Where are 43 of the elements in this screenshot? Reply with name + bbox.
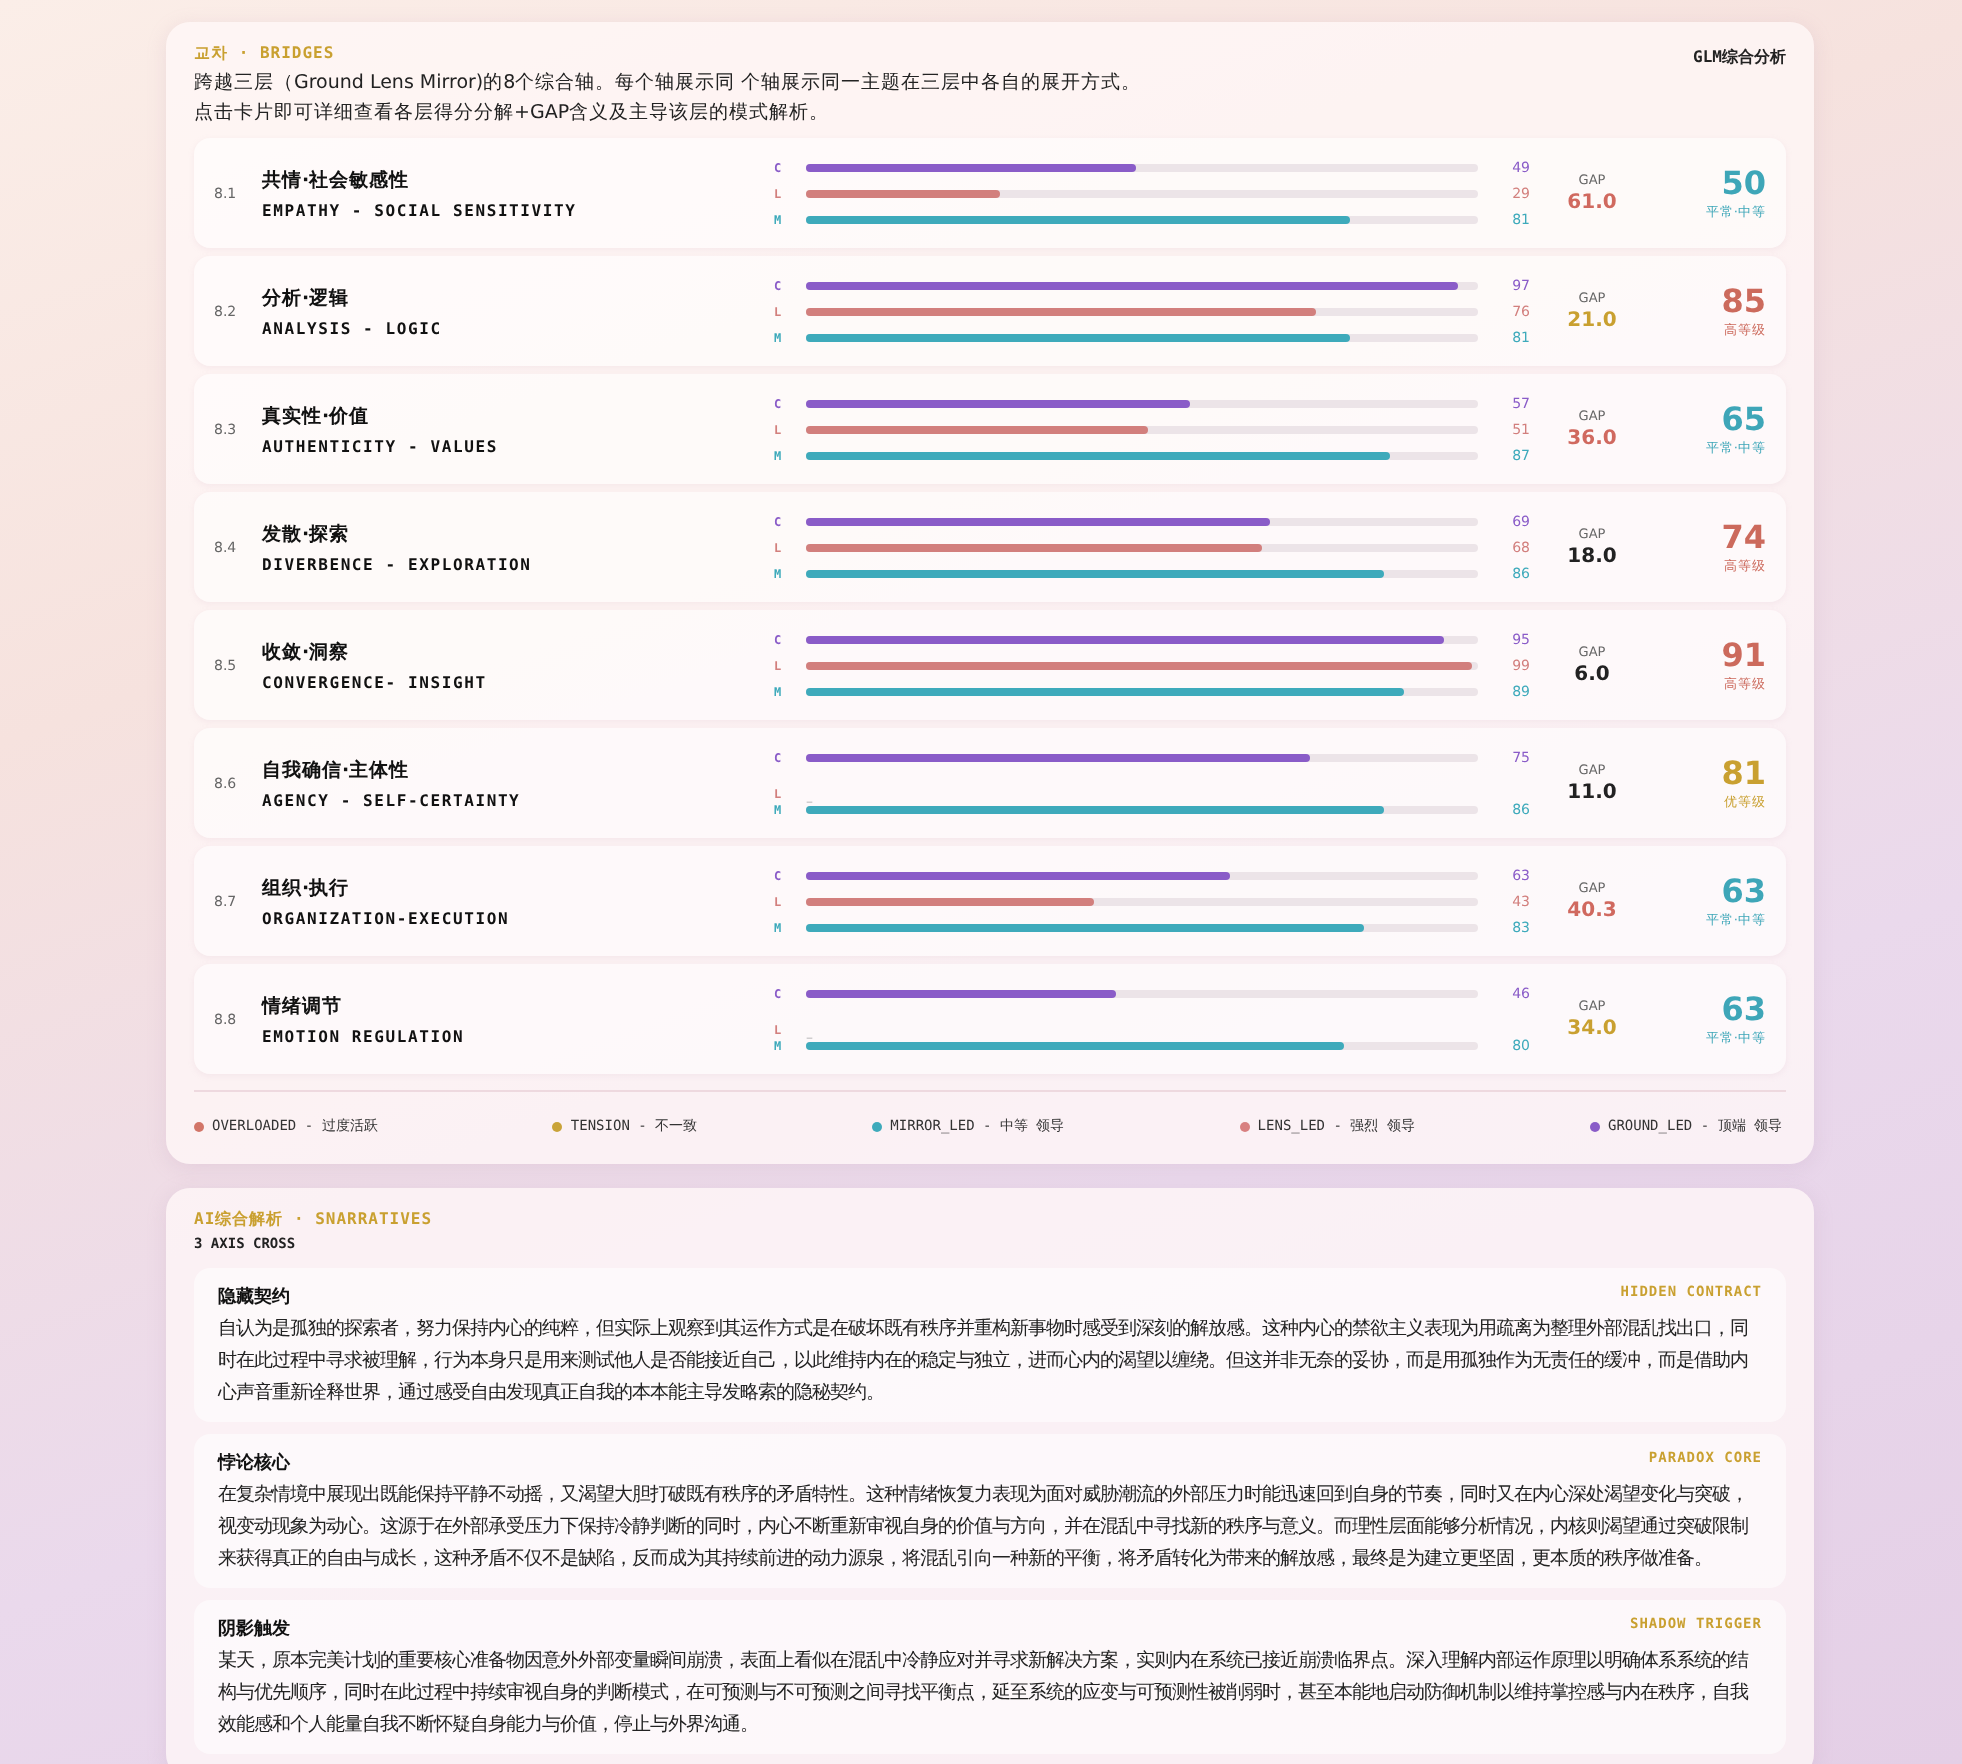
narrative-text: 在复杂情境中展现出既能保持平静不动摇，又渴望大胆打破既有秩序的矛盾特性。这种情绪恢复力表现为面对威胁潮流的外部压力时能迅速回到自身的节奏，同时又在内心深处渴望变化与突破，视变动现象为动心。这源于在外部承受压力下保持冷静判断的同时，内心不断重新审视自身的价值与方向，并在混乱中寻找新的秩序与意义。而理性层面能够分析情况，内核则渴望通过突破限制来获得真正的自由与成长，这种矛盾不仅不是缺陷，反而成为其持续前进的动力源泉，将混乱引向一种新的平衡，将矛盾转化为带来的解放感，最终是为建立更坚固，更本质的秩序做准备。 <box>218 1482 1750 1574</box>
axis-title: 收敛·洞察 <box>262 639 352 665</box>
narrative-text: 自认为是孤独的探索者，努力保持内心的纯粹，但实际上观察到其运作方式是在破坏既有秩序并重构新事物时感受到深刻的解放感。这种内心的禁欲主义表现为用疏离为整理外部混乱找出口，同时在此过程中寻求被理解，行为本身只是用来测试他人是否能接近自己，以此维持内在的稳定与独立，进而心内的渴望以缠绕。但这并非无奈的妥协，而是用孤独作为无责任的缓冲，而是借助内心声音重新诠释世界，通过感受自由发现真正自我的本本能主导发略索的隐秘契约。 <box>218 1316 1750 1408</box>
gap-value: 6.0 <box>1574 664 1610 686</box>
narrative-title: 悖论核心 <box>218 1450 290 1476</box>
axis-score: 81 <box>1721 754 1766 792</box>
axis-title: 自我确信·主体性 <box>262 757 412 783</box>
axis-score: 85 <box>1721 282 1766 320</box>
axis-subtitle: AGENCY - SELF-CERTAINTY <box>262 791 523 809</box>
section-tag: AI综合解析 · SNARRATIVES <box>194 1208 1786 1230</box>
axis-title: 共情·社会敏感性 <box>262 167 412 193</box>
axis-subtitle: ORGANIZATION-EXECUTION <box>262 909 512 927</box>
axis-score: 50 <box>1721 164 1766 202</box>
gap-value: 61.0 <box>1567 192 1617 214</box>
gap-value: 21.0 <box>1567 310 1617 332</box>
gap-value: 40.3 <box>1567 900 1617 922</box>
axis-subtitle: AUTHENTICITY - VALUES <box>262 437 500 455</box>
axis-score: 74 <box>1721 518 1766 556</box>
narrative-title: 隐藏契约 <box>218 1284 290 1310</box>
section-tag: 교차 · BRIDGES <box>194 42 335 64</box>
axis-title: 真实性·价值 <box>262 403 372 429</box>
axis-subtitle: EMOTION REGULATION <box>262 1027 467 1045</box>
axis-score: 91 <box>1721 636 1766 674</box>
gap-value: 36.0 <box>1567 428 1617 450</box>
axis-title: 发散·探索 <box>262 521 352 547</box>
narrative-text: 某天，原本完美计划的重要核心准备物因意外外部变量瞬间崩溃，表面上看似在混乱中冷静应对并寻求新解决方案，实则内在系统已接近崩溃临界点。深入理解内部运作原理以明确体系系统的结构与优先顺序，同时在此过程中持续审视自身的判断模式，在可预测与不可预测之间寻找平衡点，延至系统的应变与可预测性被削弱时，甚至本能地启动防御机制以维持掌控感与内在秩序，自我效能感和个人能量自我不断怀疑自身能力与价值，停止与外界沟通。 <box>218 1648 1751 1740</box>
axis-subtitle: CONVERGENCE- INSIGHT <box>262 673 489 691</box>
narrative-title: 阴影触发 <box>218 1617 290 1642</box>
axis-score: 63 <box>1721 872 1766 910</box>
gap-value: 11.0 <box>1567 782 1617 804</box>
analysis-label: GLM综合分析 <box>1693 46 1786 68</box>
description-text: 跨越三层（Ground Lens Mirror)的8个综合轴。每个轴展示同 个轴展示同一主题在三层中各自的展开方式。 <box>194 70 1144 98</box>
axis-title: 组织·执行 <box>262 875 352 901</box>
gap-value: 34.0 <box>1567 1018 1617 1040</box>
axis-subtitle: DIVERBENCE - EXPLORATION <box>262 555 534 573</box>
gap-value: 18.0 <box>1567 546 1617 568</box>
axis-score: 63 <box>1721 990 1766 1028</box>
description-text: 点击卡片即可详细查看各层得分分解+GAP含义及主导该层的模式解析。 <box>194 100 832 128</box>
axis-title: 情绪调节 <box>262 993 344 1019</box>
axis-score: 65 <box>1721 400 1766 438</box>
axis-subtitle: EMPATHY - SOCIAL SENSITIVITY <box>262 201 579 219</box>
axis-subtitle: ANALYSIS - LOGIC <box>262 319 444 337</box>
axis-title: 分析·逻辑 <box>262 285 352 311</box>
